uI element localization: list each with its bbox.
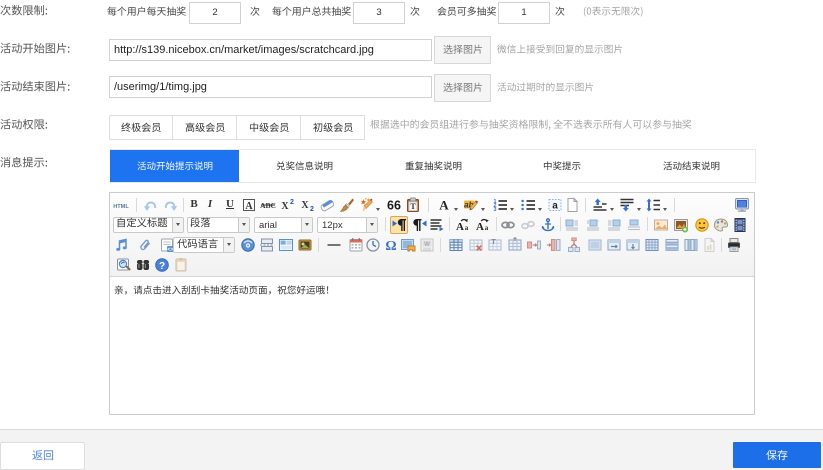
svg-text:Ω: Ω bbox=[385, 239, 396, 253]
svg-text:W: W bbox=[424, 242, 430, 248]
svg-text:A: A bbox=[245, 201, 253, 212]
svg-text:T: T bbox=[492, 239, 497, 246]
svg-text:?: ? bbox=[159, 261, 165, 272]
svg-text:2: 2 bbox=[310, 206, 314, 213]
svg-text:A: A bbox=[439, 198, 449, 213]
svg-text:a: a bbox=[552, 201, 558, 212]
svg-text:HTML: HTML bbox=[113, 204, 129, 210]
svg-text:X: X bbox=[281, 201, 289, 212]
svg-text:A: A bbox=[476, 221, 484, 233]
svg-text:T: T bbox=[410, 202, 416, 211]
svg-text:2: 2 bbox=[290, 199, 294, 206]
svg-text:a: a bbox=[485, 224, 489, 232]
svg-text:A: A bbox=[456, 221, 464, 233]
svg-text:a: a bbox=[465, 224, 469, 232]
svg-text:3: 3 bbox=[494, 207, 497, 213]
svg-text:X: X bbox=[301, 200, 309, 211]
svg-text:66: 66 bbox=[387, 199, 401, 213]
